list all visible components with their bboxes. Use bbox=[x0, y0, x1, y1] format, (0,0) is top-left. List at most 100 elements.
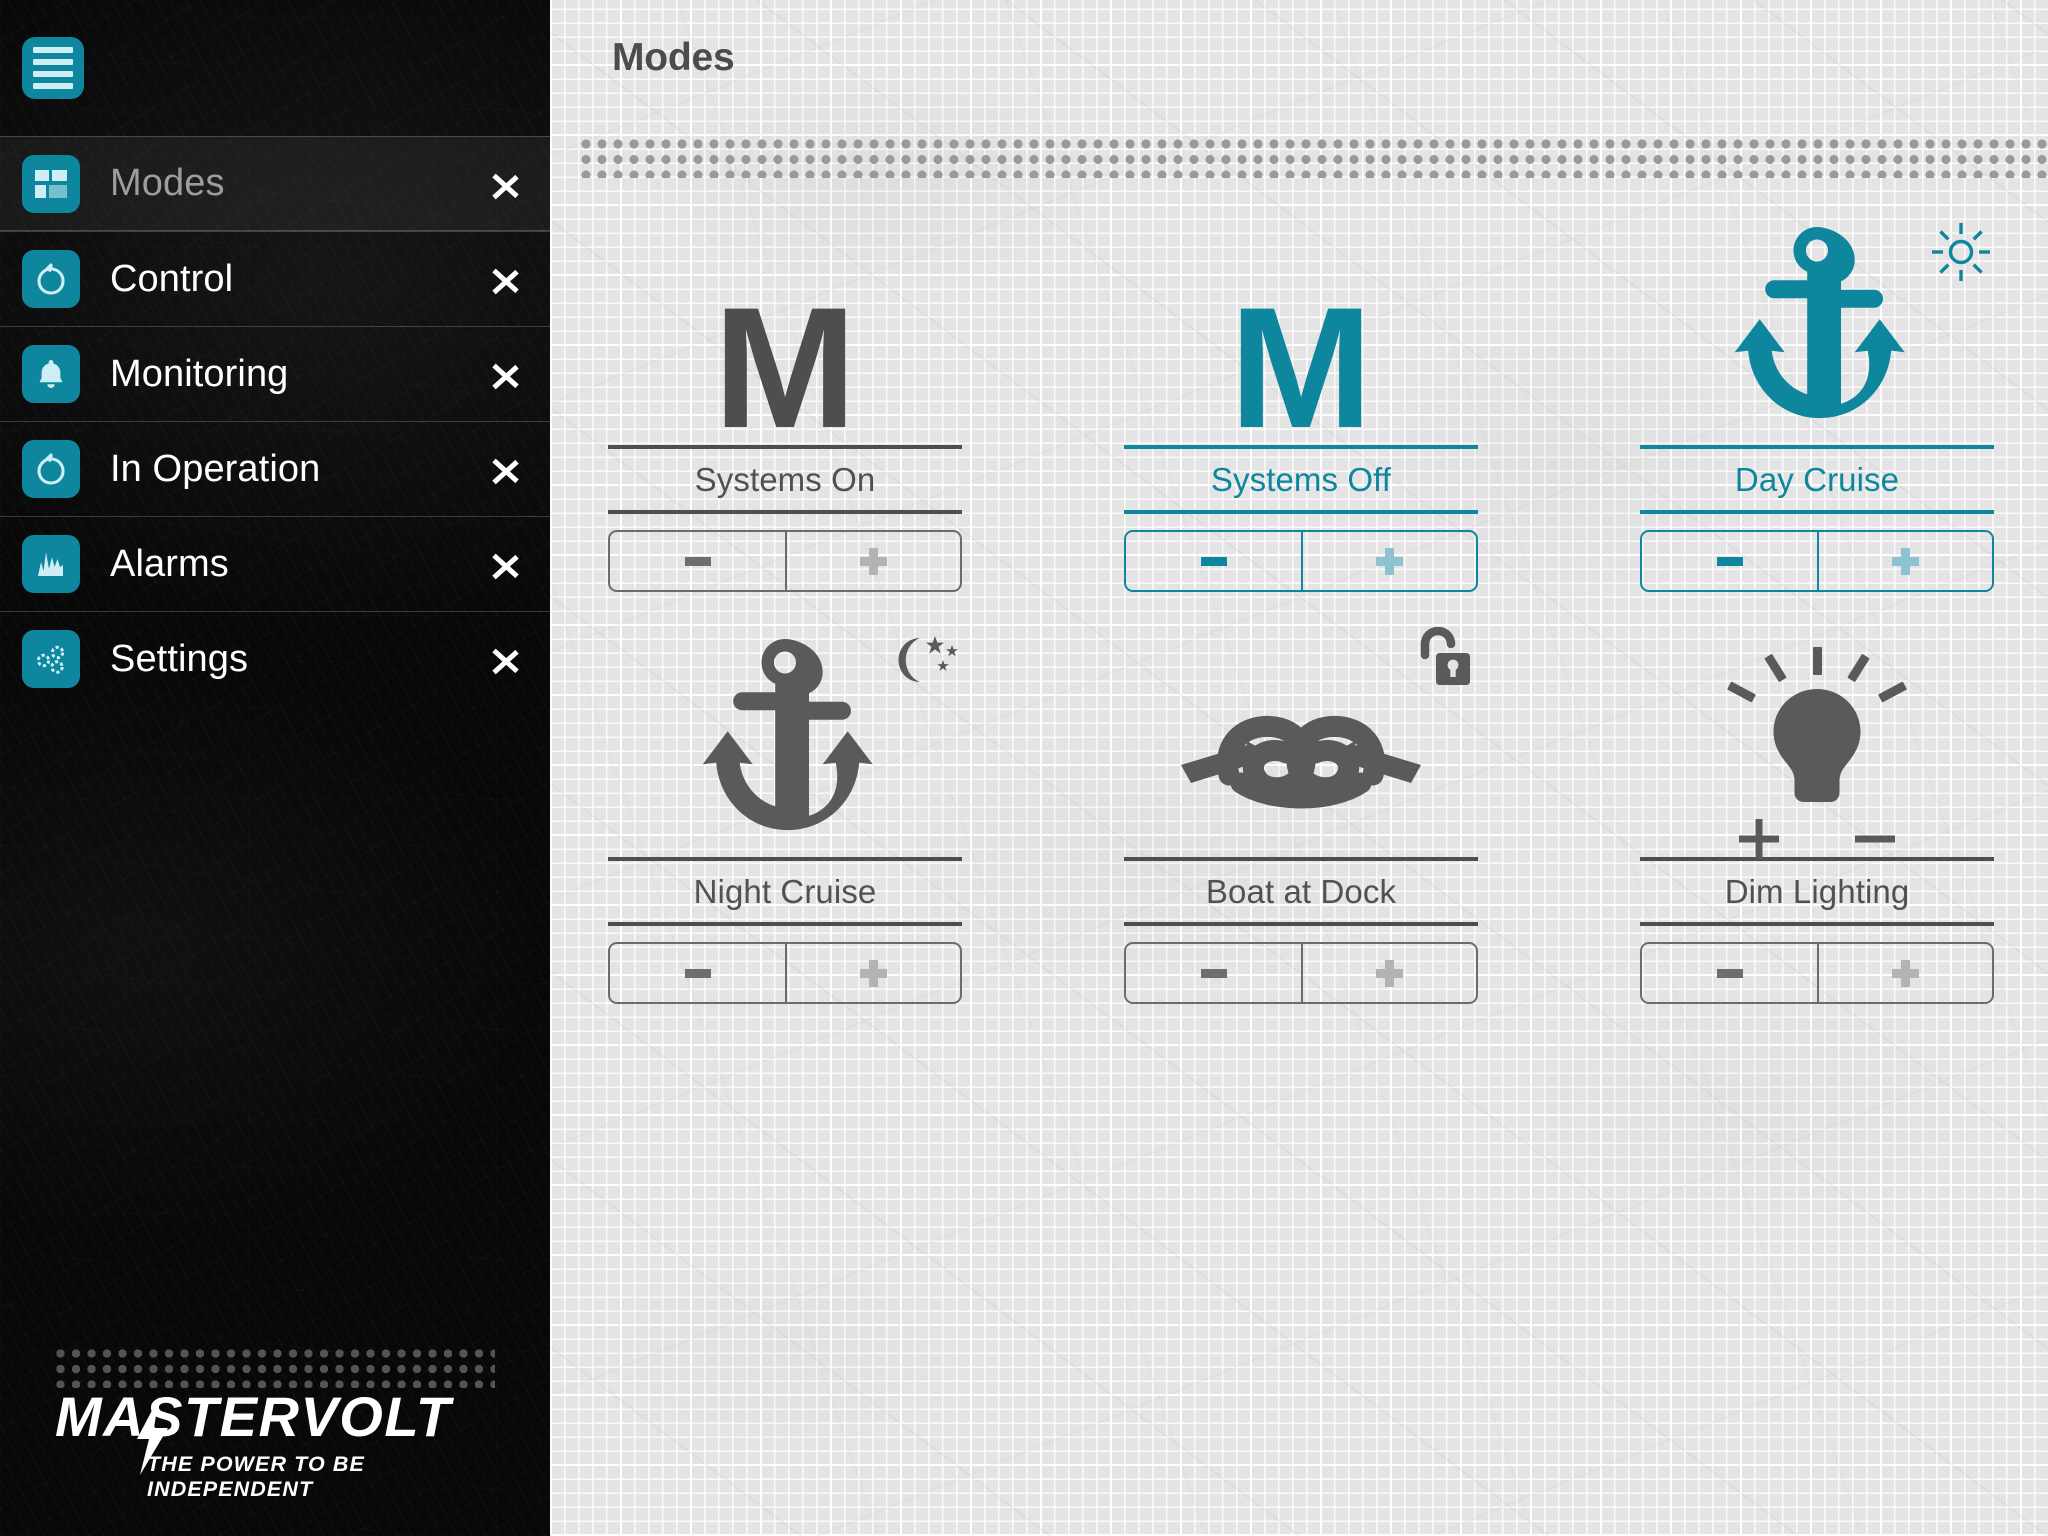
anchor-icon bbox=[702, 639, 873, 831]
mode-card-night-cruise[interactable]: Night Cruise bbox=[608, 627, 962, 1004]
hamburger-bar bbox=[33, 47, 73, 53]
minus-icon bbox=[1716, 556, 1743, 566]
moon-stars-icon bbox=[890, 633, 960, 696]
rule-bottom bbox=[1124, 922, 1478, 926]
chevron-right-icon bbox=[490, 256, 524, 302]
mode-card-day-cruise[interactable]: Day Cruise bbox=[1640, 215, 1994, 592]
mode-art bbox=[1124, 626, 1478, 857]
rope-knot-icon bbox=[1181, 715, 1421, 809]
rule-bottom bbox=[608, 510, 962, 514]
mode-art: M bbox=[608, 215, 962, 465]
decrement-button[interactable] bbox=[610, 944, 785, 1002]
rule-bottom bbox=[608, 922, 962, 926]
sidebar-item-label: Alarms bbox=[110, 542, 229, 585]
sidebar-item-control[interactable]: Control bbox=[0, 231, 550, 326]
minus-icon bbox=[1716, 968, 1743, 978]
sidebar-item-settings[interactable]: Settings bbox=[0, 611, 550, 706]
sidebar-item-label: Control bbox=[110, 257, 234, 300]
sidebar-item-label: Settings bbox=[110, 637, 249, 680]
mode-stepper bbox=[1640, 942, 1994, 1004]
letter-m: M bbox=[713, 272, 857, 465]
plus-icon bbox=[1739, 819, 1779, 859]
minus-icon bbox=[1200, 968, 1227, 978]
sidebar-item-alarms[interactable]: Alarms bbox=[0, 516, 550, 611]
power-knob-icon bbox=[22, 440, 80, 498]
plus-icon bbox=[1376, 959, 1403, 987]
mode-stepper bbox=[1124, 530, 1478, 592]
sidebar-item-in-operation[interactable]: In Operation bbox=[0, 421, 550, 516]
power-knob-icon bbox=[22, 250, 80, 308]
modes-grid: M Systems On M Systems Off Day Cruise Ni… bbox=[608, 215, 2028, 1004]
light-bulb-icon bbox=[1727, 647, 1907, 802]
sidebar-item-monitoring[interactable]: Monitoring bbox=[0, 326, 550, 421]
mode-card-dim-lighting[interactable]: Dim Lighting bbox=[1640, 627, 1994, 1004]
increment-button[interactable] bbox=[785, 944, 960, 1002]
decrement-button[interactable] bbox=[610, 532, 785, 590]
sidebar-header bbox=[0, 0, 550, 136]
chevron-right-icon bbox=[490, 541, 524, 587]
waveform-icon bbox=[22, 535, 80, 593]
page-title: Modes bbox=[612, 36, 735, 79]
unlocked-padlock-icon bbox=[1412, 626, 1472, 694]
hamburger-bar bbox=[33, 59, 73, 65]
logo-tagline: THE POWER TO BE INDEPENDENT bbox=[147, 1452, 365, 1501]
mode-stepper bbox=[608, 942, 962, 1004]
chevron-right-icon bbox=[490, 161, 524, 207]
app-root: Modes Control Monitoring In Operation Al… bbox=[0, 0, 2048, 1536]
sidebar-item-modes[interactable]: Modes bbox=[0, 136, 550, 231]
mode-label: Boat at Dock bbox=[1205, 873, 1397, 910]
sun-icon bbox=[1930, 221, 1992, 288]
sidebar: Modes Control Monitoring In Operation Al… bbox=[0, 0, 550, 1536]
increment-button[interactable] bbox=[1817, 944, 1992, 1002]
mode-art: M bbox=[1124, 215, 1478, 454]
decrement-button[interactable] bbox=[1642, 532, 1817, 590]
decrement-button[interactable] bbox=[1642, 944, 1817, 1002]
mode-art bbox=[1640, 215, 1994, 445]
hamburger-menu-icon[interactable] bbox=[22, 37, 84, 99]
minus-icon bbox=[684, 968, 711, 978]
plus-icon bbox=[1892, 547, 1919, 575]
minus-icon bbox=[1200, 556, 1227, 566]
mode-art bbox=[608, 627, 962, 857]
rule-bottom bbox=[1124, 510, 1478, 514]
minus-icon bbox=[1855, 835, 1895, 843]
hamburger-bar bbox=[33, 71, 73, 77]
plus-icon bbox=[1892, 959, 1919, 987]
mode-stepper bbox=[608, 530, 962, 592]
dim-marks bbox=[1737, 817, 1897, 861]
plus-icon bbox=[860, 959, 887, 987]
mode-stepper bbox=[1640, 530, 1994, 592]
chevron-right-icon bbox=[490, 446, 524, 492]
anchor-icon bbox=[1734, 227, 1905, 419]
mode-card-systems-on[interactable]: M Systems On bbox=[608, 215, 962, 592]
sidebar-item-label: Monitoring bbox=[110, 352, 289, 395]
increment-button[interactable] bbox=[785, 532, 960, 590]
decrement-button[interactable] bbox=[1126, 532, 1301, 590]
sidebar-item-label: Modes bbox=[110, 162, 225, 204]
increment-button[interactable] bbox=[1817, 532, 1992, 590]
increment-button[interactable] bbox=[1301, 532, 1476, 590]
grid-tiles-icon bbox=[22, 154, 80, 213]
dotted-divider bbox=[580, 138, 2048, 178]
logo-wordmark: MASTERVOLT bbox=[55, 1385, 452, 1448]
bell-icon bbox=[22, 345, 80, 403]
decrement-button[interactable] bbox=[1126, 944, 1301, 1002]
mode-card-boat-at-dock[interactable]: Boat at Dock bbox=[1124, 626, 1478, 1004]
mode-label: Day Cruise bbox=[1734, 461, 1900, 498]
mode-stepper bbox=[1124, 942, 1478, 1004]
chevron-right-icon bbox=[490, 636, 524, 682]
mode-label: Dim Lighting bbox=[1724, 873, 1910, 910]
rule-bottom bbox=[1640, 922, 1994, 926]
minus-icon bbox=[684, 556, 711, 566]
hamburger-bar bbox=[33, 83, 73, 89]
increment-button[interactable] bbox=[1301, 944, 1476, 1002]
gears-icon bbox=[22, 630, 80, 688]
mastervolt-logo: MASTERVOLT THE POWER TO BE INDEPENDENT bbox=[55, 1389, 515, 1502]
main-content: Modes M Systems On M Systems Off Day Cru… bbox=[550, 0, 2048, 1536]
sidebar-item-label: In Operation bbox=[110, 447, 321, 490]
mode-label: Night Cruise bbox=[693, 873, 877, 910]
sidebar-dotted-divider bbox=[55, 1348, 495, 1388]
sidebar-nav: Modes Control Monitoring In Operation Al… bbox=[0, 136, 550, 706]
chevron-right-icon bbox=[490, 351, 524, 397]
mode-card-systems-off[interactable]: M Systems Off bbox=[1124, 215, 1478, 592]
